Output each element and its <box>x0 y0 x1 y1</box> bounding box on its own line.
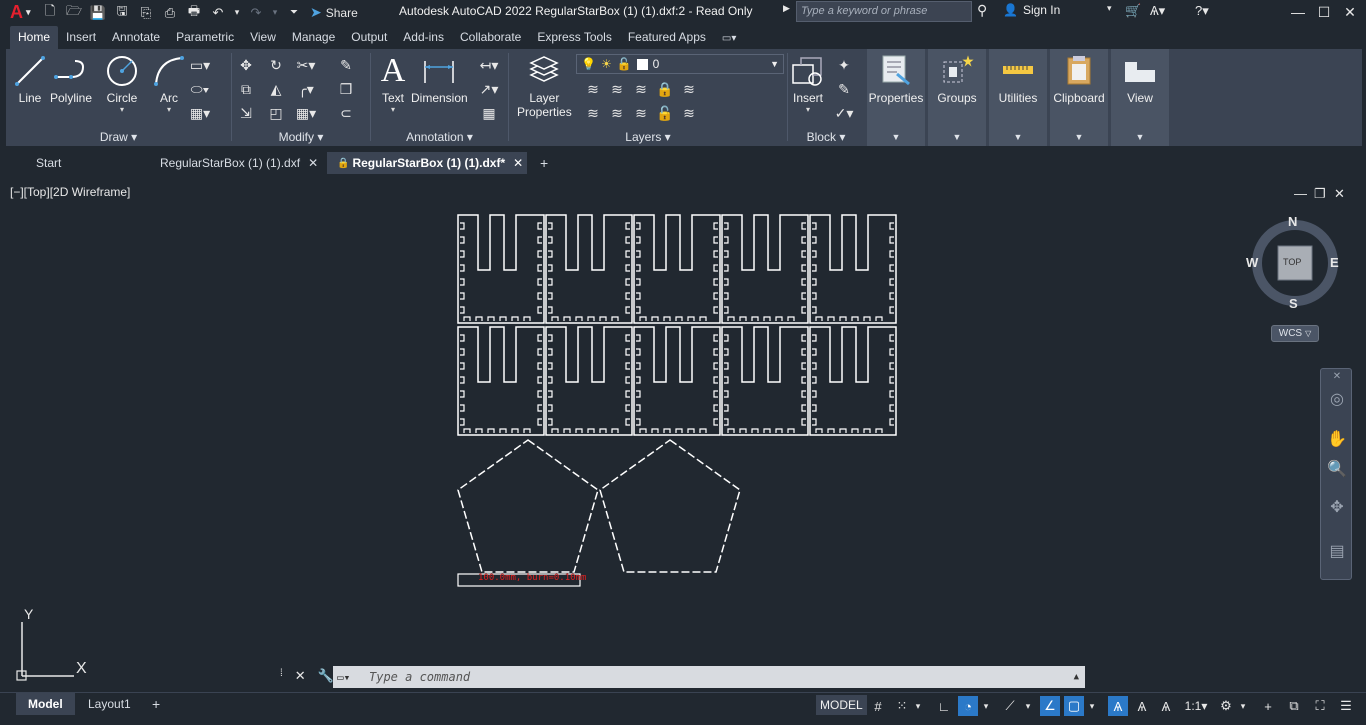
command-customize-icon[interactable]: 🔧 <box>318 668 334 684</box>
object-snap-icon[interactable]: ▢ <box>1064 696 1084 716</box>
steering-wheel-icon[interactable]: ◎ <box>1325 387 1349 411</box>
grid-icon[interactable]: # <box>868 696 888 716</box>
compass-west[interactable]: W <box>1246 255 1258 270</box>
ortho-icon[interactable]: ∟ <box>934 696 954 716</box>
ucs-icon <box>16 622 74 681</box>
compass-east[interactable]: E <box>1330 255 1339 270</box>
showmotion-icon[interactable]: ▤ <box>1325 539 1349 563</box>
isodraft-icon[interactable]: ⟋ <box>1000 696 1020 716</box>
navigation-bar: ✕ ◎ ✋ 🔍 ✥ ▤ <box>1320 368 1352 580</box>
wcs-dropdown-icon: ▽ <box>1305 329 1312 338</box>
workspace-dropdown-icon[interactable]: ▾ <box>1237 696 1249 716</box>
customization-menu-icon[interactable]: ☰ <box>1336 696 1356 716</box>
annotation-monitor-icon[interactable]: + <box>1258 696 1278 716</box>
orbit-icon[interactable]: ✥ <box>1325 495 1349 519</box>
drawing-canvas <box>16 214 1338 681</box>
isodraft-dropdown-icon[interactable]: ▾ <box>1022 696 1034 716</box>
clean-screen-icon[interactable]: ⛶ <box>1310 696 1330 716</box>
pentagon-parts <box>457 439 741 573</box>
annotation-visibility-icon[interactable]: Ѧ <box>1108 696 1128 716</box>
wcs-dropdown[interactable]: WCS ▽ <box>1271 325 1319 342</box>
pan-icon[interactable]: ✋ <box>1325 427 1349 451</box>
command-expand-icon[interactable]: ▲ <box>1074 672 1079 682</box>
status-bar: Model Layout1 + MODEL # ⁙ ▾ ∟ ◔ ▾ ⟋ ▾ ∠ … <box>0 692 1366 717</box>
tab-layout1[interactable]: Layout1 <box>76 693 143 715</box>
annotation-scale-icon[interactable]: Ѧ <box>1156 696 1176 716</box>
annotation-scale-value[interactable]: 1:1 ▾ <box>1180 696 1212 716</box>
snap-dropdown-icon[interactable]: ▾ <box>912 696 924 716</box>
units-icon[interactable]: ⧉ <box>1284 696 1304 716</box>
drawing-annotation-text: 100.0mm, burn=0.10mm <box>478 573 587 583</box>
box-panels-row-2 <box>457 326 897 436</box>
object-snap-tracking-icon[interactable]: ∠ <box>1040 696 1060 716</box>
model-space-button[interactable]: MODEL <box>816 695 867 715</box>
ucs-y-label: Y <box>24 606 34 622</box>
command-close-icon[interactable]: ✕ <box>295 668 306 684</box>
workspace-gear-icon[interactable]: ⚙ <box>1216 696 1236 716</box>
box-panels-row-1 <box>457 214 897 324</box>
command-input[interactable]: ▭▾ Type a command ▲ <box>333 666 1085 688</box>
polar-tracking-icon[interactable]: ◔ <box>958 696 978 716</box>
auto-scale-icon[interactable]: Ѧ <box>1132 696 1152 716</box>
compass-south[interactable]: S <box>1289 296 1298 311</box>
tab-model[interactable]: Model <box>16 693 75 715</box>
command-line-controls: ⁞ ✕ 🔧 <box>280 668 334 684</box>
zoom-icon[interactable]: 🔍 <box>1325 457 1349 481</box>
polar-dropdown-icon[interactable]: ▾ <box>980 696 992 716</box>
compass-north[interactable]: N <box>1288 214 1297 229</box>
add-layout-button[interactable]: + <box>140 693 172 715</box>
ucs-x-label: X <box>76 660 87 677</box>
navbar-close-icon[interactable]: ✕ <box>1325 369 1349 383</box>
object-snap-dropdown-icon[interactable]: ▾ <box>1086 696 1098 716</box>
command-grip-icon[interactable]: ⁞ <box>280 668 283 684</box>
snap-icon[interactable]: ⁙ <box>892 696 912 716</box>
viewcube-top-face[interactable]: TOP <box>1283 257 1301 267</box>
command-history-icon[interactable]: ▭▾ <box>337 671 350 684</box>
